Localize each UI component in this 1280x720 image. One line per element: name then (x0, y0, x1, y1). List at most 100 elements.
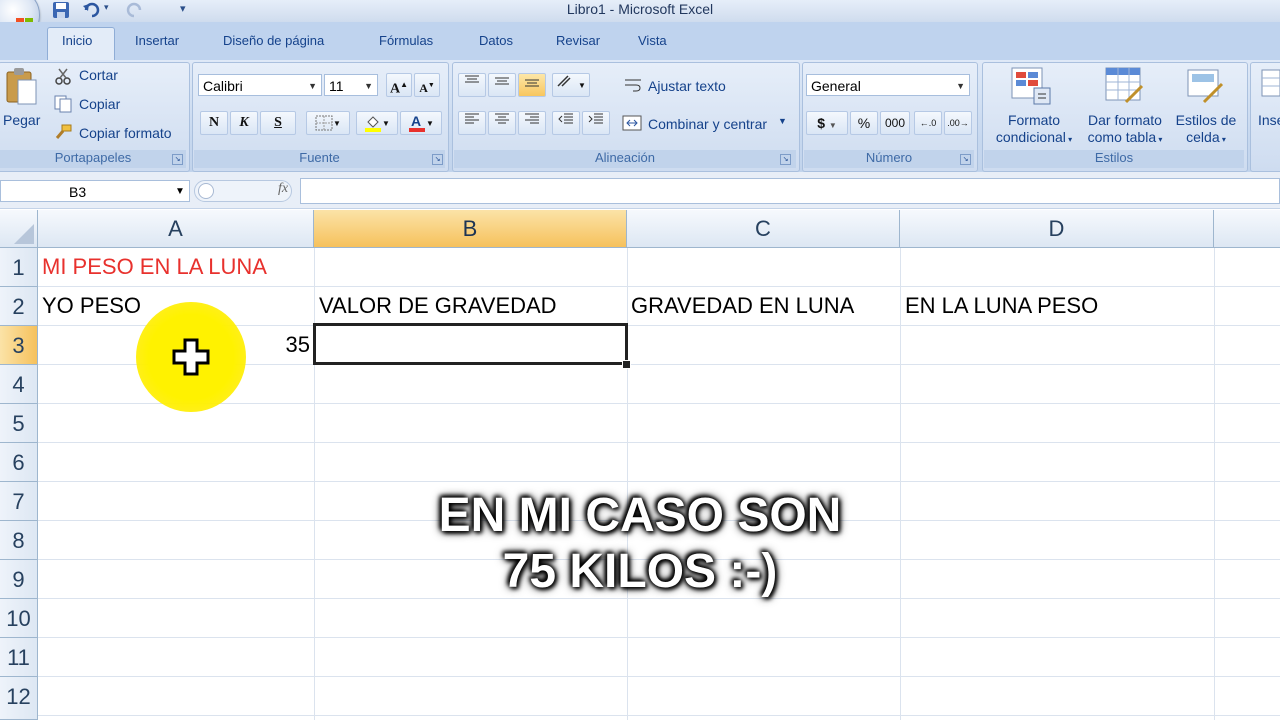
insert-cells-icon[interactable] (1260, 66, 1280, 110)
row-header-4[interactable]: 4 (0, 365, 38, 404)
tab-insertar[interactable]: Insertar (135, 33, 179, 48)
insert-function-icon[interactable]: fx (278, 181, 288, 197)
increase-decimal-icon[interactable]: ←.0 (914, 111, 942, 135)
group-label-portapapeles: Portapapeles (0, 150, 186, 168)
caption-line-2: 75 KILOS :-) (502, 545, 778, 598)
borders-button[interactable]: ▼ (306, 111, 350, 135)
group-label-numero: Número (804, 150, 974, 168)
active-cell-b3[interactable] (313, 323, 628, 365)
conditional-format-icon[interactable] (1010, 66, 1052, 110)
row-header-6[interactable]: 6 (0, 443, 38, 482)
clipboard-launcher-icon[interactable]: ↘ (172, 154, 183, 165)
alignment-launcher-icon[interactable]: ↘ (780, 154, 791, 165)
cut-button[interactable]: Cortar (79, 67, 118, 83)
format-as-table-button[interactable]: Dar formato como tabla ▾ (1080, 112, 1170, 148)
tab-datos[interactable]: Datos (479, 33, 513, 48)
grow-font-button[interactable]: A▲ (386, 73, 412, 97)
cell-a1[interactable]: MI PESO EN LA LUNA (42, 254, 267, 280)
format-painter-button[interactable]: Copiar formato (79, 125, 172, 141)
gridline (38, 637, 1280, 638)
align-bottom-icon[interactable] (518, 73, 546, 97)
align-center-icon[interactable] (488, 111, 516, 135)
increase-indent-icon[interactable] (582, 111, 610, 135)
row-header-11[interactable]: 11 (0, 638, 38, 677)
currency-button[interactable]: $ ▼ (806, 111, 848, 135)
align-left-icon[interactable] (458, 111, 486, 135)
align-middle-icon[interactable] (488, 73, 516, 97)
cut-icon[interactable] (54, 67, 72, 89)
number-launcher-icon[interactable]: ↘ (960, 154, 971, 165)
column-header-a[interactable]: A (38, 210, 314, 248)
cell-cursor-icon (170, 336, 214, 384)
wrap-text-button[interactable]: Ajustar texto (648, 78, 726, 94)
video-caption: EN MI CASO SON 75 KILOS :-) (0, 488, 1280, 600)
tab-inicio[interactable]: Inicio (62, 33, 92, 48)
wrap-text-icon[interactable] (624, 77, 642, 97)
percent-button[interactable]: % (850, 111, 878, 135)
cell-styles-button[interactable]: Estilos de celda ▾ (1172, 112, 1240, 148)
row-header-10[interactable]: 10 (0, 599, 38, 638)
italic-button[interactable]: K (230, 111, 258, 135)
fill-handle[interactable] (622, 360, 631, 369)
gridline (38, 481, 1280, 482)
column-header-e[interactable] (1214, 210, 1280, 248)
gridline (1214, 248, 1215, 720)
select-all-corner[interactable] (0, 210, 38, 248)
group-label-estilos: Estilos (984, 150, 1244, 168)
tab-revisar[interactable]: Revisar (556, 33, 600, 48)
column-header-b[interactable]: B (314, 210, 627, 248)
shrink-font-button[interactable]: A▼ (414, 73, 440, 97)
cell-styles-icon[interactable] (1186, 66, 1228, 110)
font-name-select[interactable]: Calibri ▼ (198, 74, 322, 96)
tab-vista[interactable]: Vista (638, 33, 667, 48)
insert-cells-button[interactable]: Inse (1258, 112, 1280, 128)
window-title: Libro1 - Microsoft Excel (566, 1, 714, 17)
formula-input[interactable] (300, 178, 1280, 204)
font-color-button[interactable]: A ▼ (400, 111, 442, 135)
name-box[interactable]: B3 ▼ (0, 180, 190, 202)
tab-formulas[interactable]: Fórmulas (379, 33, 433, 48)
decrease-decimal-icon[interactable]: .00→ (944, 111, 972, 135)
column-header-d[interactable]: D (900, 210, 1214, 248)
merge-center-button[interactable]: Combinar y centrar (648, 116, 767, 132)
align-top-icon[interactable] (458, 73, 486, 97)
merge-dropdown-icon[interactable]: ▼ (778, 116, 787, 126)
cell-a2[interactable]: YO PESO (42, 293, 141, 319)
column-header-c[interactable]: C (627, 210, 900, 248)
format-painter-icon[interactable] (54, 123, 72, 145)
cell-b2[interactable]: VALOR DE GRAVEDAD (319, 293, 557, 319)
paste-icon[interactable] (4, 66, 38, 106)
format-as-table-icon[interactable] (1104, 66, 1146, 110)
decrease-indent-icon[interactable] (552, 111, 580, 135)
cell-a3[interactable]: 35 (240, 332, 310, 358)
tab-diseno-pagina[interactable]: Diseño de página (223, 33, 324, 48)
gridline (38, 676, 1280, 677)
cell-d2[interactable]: EN LA LUNA PESO (905, 293, 1098, 319)
group-label-fuente: Fuente (194, 150, 445, 168)
bold-button[interactable]: N (200, 111, 228, 135)
align-right-icon[interactable] (518, 111, 546, 135)
row-header-5[interactable]: 5 (0, 404, 38, 443)
row-header-12[interactable]: 12 (0, 677, 38, 720)
cell-c2[interactable]: GRAVEDAD EN LUNA (631, 293, 854, 319)
underline-button[interactable]: S (260, 111, 296, 135)
group-label-alineacion: Alineación (454, 150, 796, 168)
thousands-button[interactable]: 000 (880, 111, 910, 135)
gridline (38, 715, 1280, 716)
number-format-select[interactable]: General ▼ (806, 74, 970, 96)
copy-icon[interactable] (54, 95, 72, 117)
paste-button[interactable]: Pegar (3, 112, 40, 128)
conditional-format-button[interactable]: Formato condicional ▾ (990, 112, 1078, 148)
copy-button[interactable]: Copiar (79, 96, 120, 112)
font-launcher-icon[interactable]: ↘ (432, 154, 443, 165)
font-size-select[interactable]: 11 ▼ (324, 74, 378, 96)
merge-center-icon[interactable] (622, 115, 642, 135)
fill-color-button[interactable]: ▼ (356, 111, 398, 135)
row-header-1[interactable]: 1 (0, 248, 38, 287)
row-header-2[interactable]: 2 (0, 287, 38, 326)
row-header-3[interactable]: 3 (0, 326, 38, 365)
orientation-icon[interactable]: ▼ (552, 73, 590, 97)
gridline (38, 442, 1280, 443)
gridline (38, 403, 1280, 404)
formula-expand-icon[interactable] (198, 183, 214, 199)
